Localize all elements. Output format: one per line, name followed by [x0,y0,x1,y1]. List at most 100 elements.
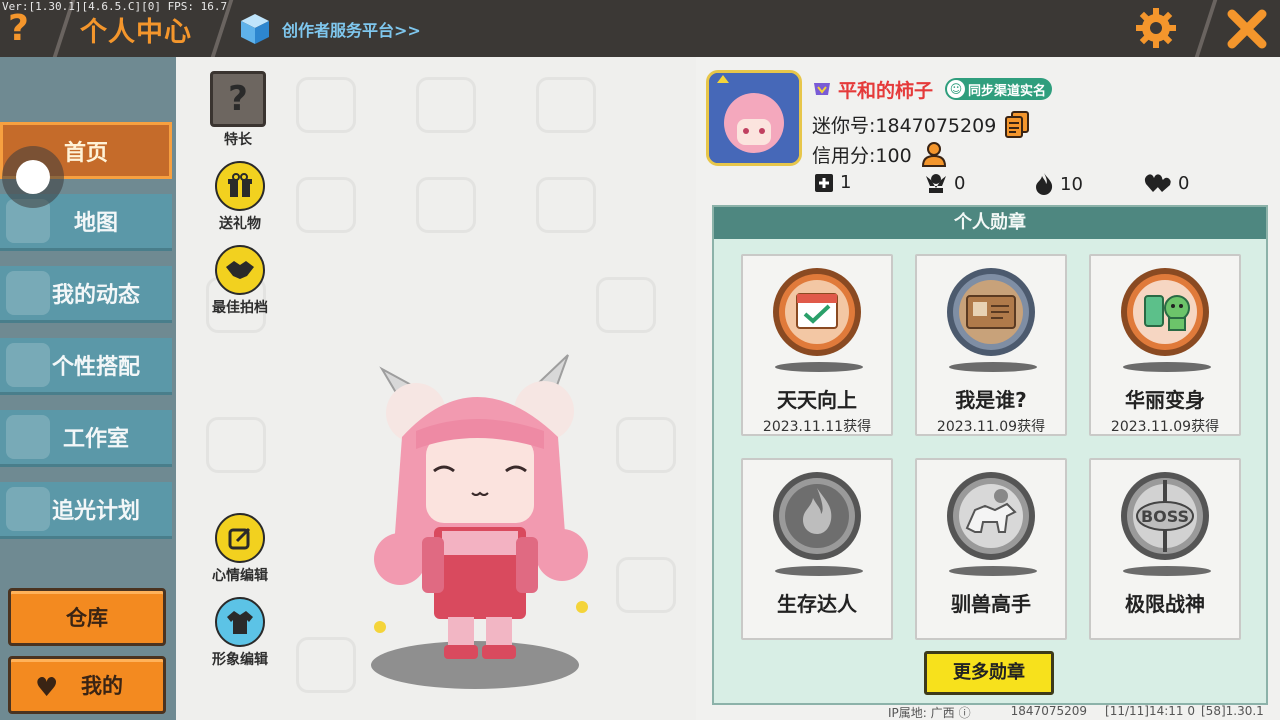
gear-icon[interactable] [1134,6,1178,50]
divider [1194,0,1218,57]
stat-likes-value: 0 [1178,172,1190,194]
credit-row: 信用分:100 [812,140,948,168]
bg-pattern [536,177,596,233]
stat-fans[interactable]: 0 [924,172,965,194]
transform-medal-icon [1121,268,1209,356]
nav-outfit[interactable]: 个性搭配 [0,338,172,395]
more-medals-button[interactable]: 更多勋章 [924,651,1054,695]
question-box-icon: ? [210,71,266,127]
mine-label: 我的 [81,674,123,698]
gift-button[interactable]: 送礼物 [200,161,280,233]
medal-card[interactable]: 生存达人 [741,458,893,640]
nav-outfit-label: 个性搭配 [51,355,140,380]
edit-icon [215,513,265,563]
medal-shadow [949,362,1037,372]
bg-pattern [206,417,266,473]
boss-medal-icon: BOSS [1121,472,1209,560]
bg-pattern [296,177,356,233]
bg-pattern [596,277,656,333]
floating-ball[interactable] [2,146,64,208]
medal-date: 2023.11.11获得 [762,419,872,435]
medal-name: 生存达人 [777,592,857,616]
realname-label: 同步渠道实名 [968,83,1047,99]
fans-icon [926,174,946,193]
top-bar: ? Ver:[1.30.1][4.6.5.C][0] FPS: 16.7 个人中… [0,0,1280,57]
creator-platform-link[interactable]: 创作者服务平台>> [238,10,421,48]
studio-icon [6,415,50,459]
mini-id: 迷你号:1847075209 [812,114,997,137]
bg-pattern [616,557,676,613]
id-card-medal-icon [947,268,1035,356]
stat-fans-value: 0 [954,172,966,194]
medal-shadow [949,566,1037,576]
medal-shadow [775,566,863,576]
hearts-icon [1144,174,1171,192]
fire-medal-icon [773,472,861,560]
nav-dynamics[interactable]: 我的动态 [0,266,172,323]
mine-button[interactable]: ♥ 我的 [8,656,166,714]
bg-pattern [536,77,596,133]
realname-badge[interactable]: ☺ 同步渠道实名 [945,78,1053,100]
help-icon[interactable]: ? [8,8,29,49]
nav-map-label: 地图 [73,211,118,236]
image-edit-button[interactable]: 形象编辑 [200,597,280,669]
close-icon[interactable] [1224,6,1270,52]
mini-id-row: 迷你号:1847075209 [812,110,1030,138]
handshake-icon [215,245,265,295]
medal-name: 华丽变身 [1125,388,1205,412]
medal-card[interactable]: 驯兽高手 [915,458,1067,640]
outfit-icon [6,343,50,387]
stat-add[interactable]: 1 [814,172,851,193]
character-area: ? 特长 送礼物 最佳拍档 心情编辑 形象编辑 [176,57,696,720]
stat-popularity[interactable]: 10 [1034,172,1083,196]
stat-likes[interactable]: 0 [1144,172,1189,194]
ip-location: IP属地: 广西 [888,706,955,720]
medal-name: 天天向上 [777,388,857,412]
stats-row: 1 0 10 0 [814,172,1214,200]
calendar-medal-icon [773,268,861,356]
info-icon[interactable]: ⓘ [959,704,971,720]
nav-chase-light[interactable]: 追光计划 [0,482,172,539]
nickname-row: 平和的柿子 ☺ 同步渠道实名 [812,76,1053,102]
chase-light-icon [6,487,50,531]
footer-uid: 1847075209 [1010,704,1088,718]
copy-icon[interactable] [1004,110,1030,138]
medal-shadow [1123,362,1211,372]
bg-pattern [416,77,476,133]
medal-card[interactable]: 华丽变身 2023.11.09获得 [1089,254,1241,436]
medal-name: 我是谁? [955,388,1027,412]
bg-pattern [296,77,356,133]
svg-text:BOSS: BOSS [1141,507,1189,526]
user-icon: ☺ [947,80,966,98]
character-avatar[interactable] [330,327,620,697]
bg-pattern [616,417,676,473]
footer: IP属地: 广西 ⓘ 1847075209 [11/11]14:11 0 [58… [888,704,1264,720]
nickname: 平和的柿子 [838,79,934,102]
nav-studio[interactable]: 工作室 [0,410,172,467]
creator-link-label: 创作者服务平台>> [282,21,421,40]
outfit-edit-icon [215,597,265,647]
image-edit-label: 形象编辑 [212,652,268,668]
credit-user-icon[interactable] [920,140,948,168]
medal-name: 极限战神 [1125,592,1205,616]
mood-edit-button[interactable]: 心情编辑 [200,513,280,585]
medal-card[interactable]: 天天向上 2023.11.11获得 [741,254,893,436]
medal-card[interactable]: BOSS 极限战神 [1089,458,1241,640]
medal-panel-title: 个人勋章 [714,207,1266,239]
warehouse-label: 仓库 [66,606,108,630]
add-icon [815,173,833,192]
warehouse-button[interactable]: 仓库 [8,588,166,646]
vip-icon [814,83,830,95]
nav-studio-label: 工作室 [62,427,129,452]
credit-score: 信用分:100 [812,144,912,167]
medal-date: 2023.11.09获得 [936,419,1046,435]
fire-icon [1036,173,1053,195]
medal-shadow [775,362,863,372]
nav-chase-light-label: 追光计划 [51,499,140,524]
profile-avatar[interactable] [706,70,802,166]
skill-button[interactable]: ? 特长 [198,71,278,149]
best-partner-button[interactable]: 最佳拍档 [200,245,280,317]
medal-card[interactable]: 我是谁? 2023.11.09获得 [915,254,1067,436]
nav-dynamics-label: 我的动态 [51,283,140,308]
horse-medal-icon [947,472,1035,560]
